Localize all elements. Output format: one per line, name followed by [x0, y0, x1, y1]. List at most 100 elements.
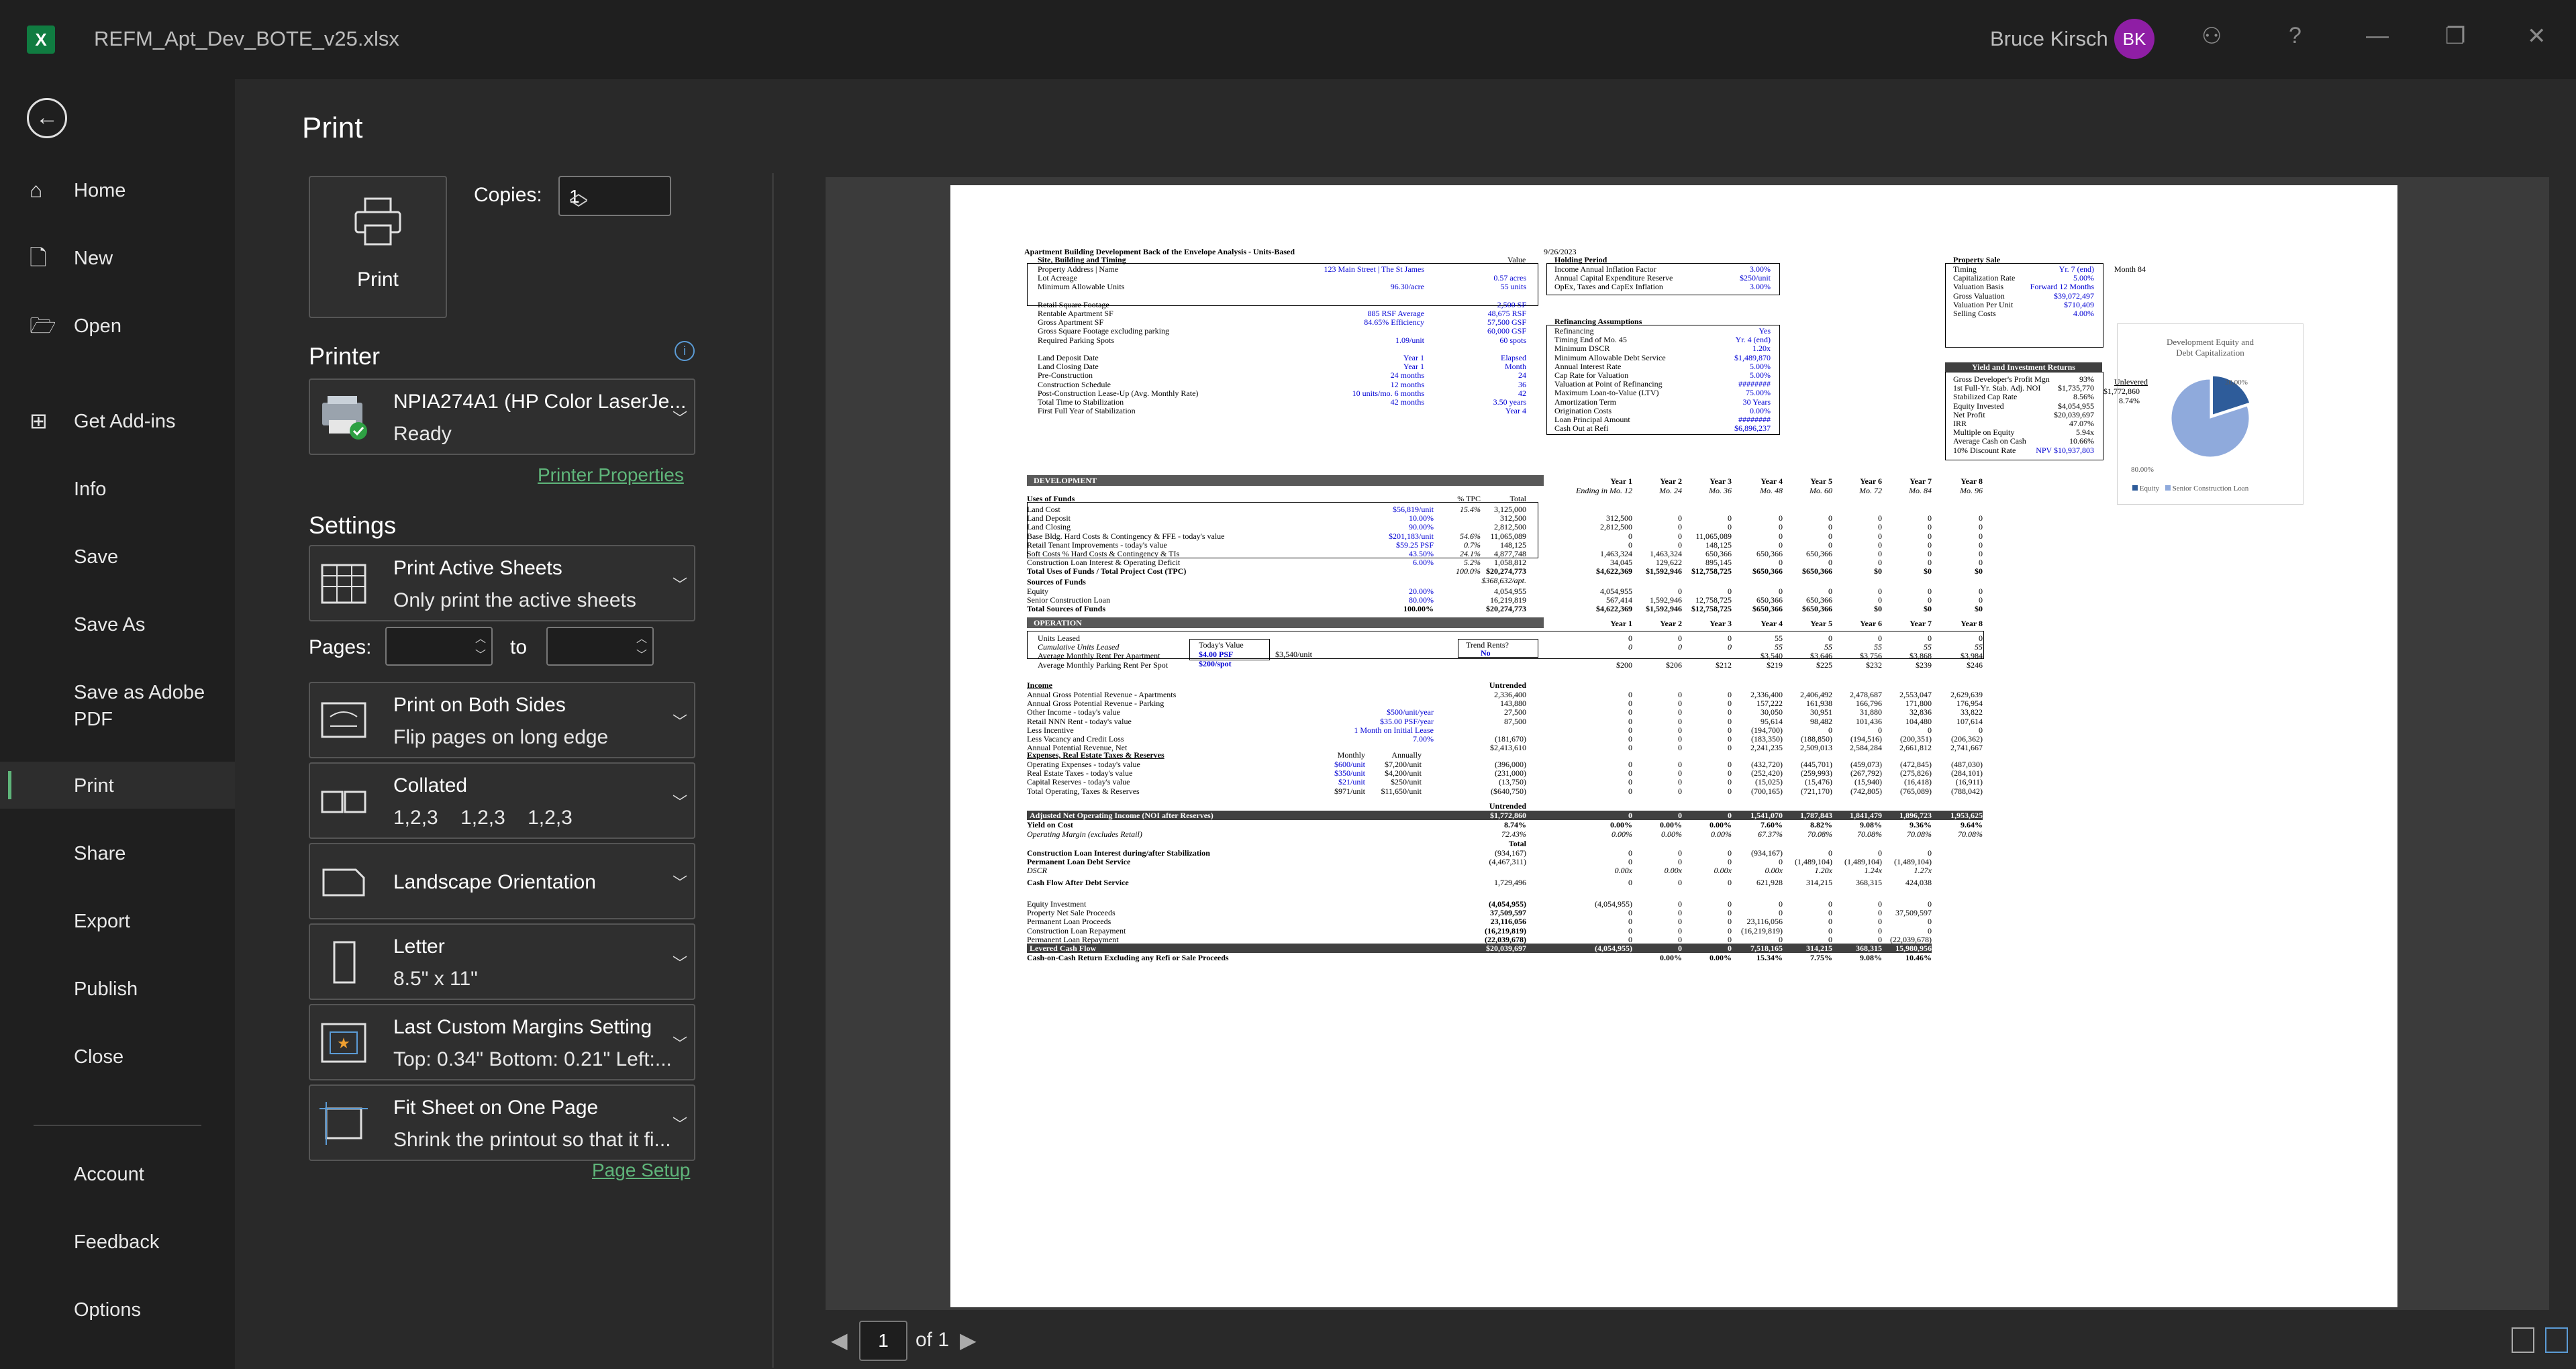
- nav-item-export[interactable]: Export: [0, 897, 235, 944]
- open-folder-icon: 🗁: [30, 313, 56, 338]
- sources-row-label: Equity: [1027, 587, 1048, 596]
- nav-item-save[interactable]: Save: [0, 533, 235, 580]
- chevron-down-icon[interactable]: ﹀: [569, 195, 664, 221]
- site-row-label: Land Closing Date: [1038, 362, 1099, 372]
- nav-item-account[interactable]: Account: [0, 1150, 235, 1197]
- chevron-down-icon: ﹀: [672, 410, 687, 427]
- trend-rents-value: No: [1481, 648, 1491, 658]
- nav-item-feedback[interactable]: Feedback: [0, 1218, 235, 1265]
- printer-status: Ready: [393, 423, 452, 445]
- help-icon[interactable]: ?: [2289, 23, 2301, 49]
- next-page-button[interactable]: ▶: [960, 1327, 977, 1353]
- info-icon[interactable]: i: [675, 341, 695, 361]
- setting-subtitle: 8.5" x 11": [393, 968, 478, 990]
- print-preview[interactable]: Apartment Building Development Back of t…: [826, 177, 2549, 1310]
- minimize-button[interactable]: —: [2366, 23, 2389, 49]
- back-button[interactable]: ←: [27, 98, 67, 138]
- expense-year-value: (487,030): [1951, 760, 1983, 769]
- print-what-dropdown[interactable]: Print Active Sheets Only print the activ…: [309, 545, 695, 621]
- orientation-dropdown[interactable]: Landscape Orientation ﹀: [309, 843, 695, 919]
- collation-dropdown[interactable]: Collated 1,2,3 1,2,3 1,2,3 ﹀: [309, 762, 695, 839]
- nav-item-new[interactable]: 🗋 New: [0, 234, 235, 281]
- margins-icon: ★: [321, 1023, 366, 1063]
- levered-cf-year: 15,980,956: [1895, 944, 1932, 953]
- setting-title: Print on Both Sides: [393, 694, 566, 716]
- yield-row-value: NPV $10,937,803: [2036, 445, 2094, 455]
- preview-page: Apartment Building Development Back of t…: [950, 185, 2397, 1307]
- year-header: Year 8: [1961, 476, 1983, 486]
- chevron-down-icon: ﹀: [672, 955, 687, 972]
- collated-icon: [321, 791, 366, 813]
- lease-year-value: $3,984: [1961, 651, 1983, 661]
- nav-item-open[interactable]: 🗁 Open: [0, 302, 235, 349]
- site-row-value: 42: [1518, 388, 1526, 398]
- cashflow-year-value: 0: [1928, 917, 1932, 927]
- pages-from-input[interactable]: ︿ ﹀: [385, 627, 493, 666]
- site-row-label: Construction Schedule: [1038, 379, 1111, 389]
- site-row-label: Property Address | Name: [1038, 264, 1119, 274]
- page-setup-link[interactable]: Page Setup: [592, 1160, 690, 1181]
- copies-input[interactable]: 1 ︿ ﹀: [558, 176, 671, 219]
- avatar[interactable]: BK: [2114, 19, 2154, 59]
- home-icon: ⌂: [30, 178, 43, 202]
- expense-row-label: Operating Expenses - today's value: [1027, 760, 1140, 769]
- nav-item-home[interactable]: ⌂ Home: [0, 166, 235, 213]
- nav-item-save-as-adobe-pdf[interactable]: Save as Adobe PDF: [0, 668, 235, 736]
- printer-dropdown[interactable]: NPIA274A1 (HP Color LaserJe... Ready ﹀: [309, 378, 695, 455]
- nav-item-label: Get Add-ins: [74, 411, 176, 432]
- chevron-down-icon[interactable]: ﹀: [475, 646, 486, 662]
- untrended-heading: Untrended: [1489, 680, 1526, 690]
- income-year-value: 2,629,639: [1950, 690, 1983, 699]
- site-row-label: Post-Construction Lease-Up (Avg. Monthly…: [1038, 388, 1199, 398]
- chevron-down-icon: ﹀: [672, 1035, 687, 1052]
- nav-item-info[interactable]: Info: [0, 465, 235, 512]
- levered-cf-label: Levered Cash Flow: [1030, 944, 1097, 953]
- restore-button[interactable]: ❐: [2445, 23, 2465, 50]
- printer-properties-link[interactable]: Printer Properties: [538, 464, 684, 486]
- site-row-value: 3.50 years: [1493, 397, 1526, 407]
- paper-size-dropdown[interactable]: Letter 8.5" x 11" ﹀: [309, 923, 695, 1000]
- chevron-down-icon: ﹀: [672, 874, 687, 891]
- nav-item-options[interactable]: Options: [0, 1286, 235, 1333]
- chevron-up-icon[interactable]: ︿: [475, 629, 486, 646]
- sale-row-value: $39,072,497: [2054, 291, 2094, 301]
- nav-item-label: Feedback: [74, 1231, 160, 1253]
- zoom-to-page-button[interactable]: [2545, 1327, 2568, 1353]
- cashflow-row-label: Equity Investment: [1027, 899, 1087, 909]
- yield-row-value: 5.94x: [2076, 427, 2094, 438]
- site-row-label: First Full Year of Stabilization: [1038, 406, 1136, 416]
- margins-dropdown[interactable]: ★ Last Custom Margins Setting Top: 0.34"…: [309, 1004, 695, 1080]
- year-header: Year 8: [1961, 619, 1983, 628]
- close-window-button[interactable]: ✕: [2527, 23, 2546, 50]
- site-row-value: 55 units: [1500, 282, 1526, 292]
- add-ins-icon: ⊞: [30, 409, 48, 433]
- show-margins-button[interactable]: [2512, 1327, 2534, 1353]
- nav-item-publish[interactable]: Publish: [0, 965, 235, 1012]
- debt-row-label: DSCR: [1027, 866, 1047, 876]
- scaling-dropdown[interactable]: Fit Sheet on One Page Shrink the printou…: [309, 1084, 695, 1161]
- user-name[interactable]: Bruce Kirsch: [1990, 27, 2108, 51]
- nav-item-share[interactable]: Share: [0, 829, 235, 876]
- pages-to-input[interactable]: ︿ ﹀: [546, 627, 654, 666]
- chevron-down-icon[interactable]: ﹀: [636, 646, 647, 662]
- current-page-input[interactable]: 1: [859, 1321, 907, 1361]
- legend-label-loan: Senior Construction Loan: [2172, 485, 2249, 493]
- rent-psf: $4.00 PSF: [1199, 650, 1234, 659]
- backstage-nav: ← ⌂ Home 🗋 New 🗁 Open ⊞ Get Add-ins Info…: [0, 79, 235, 1369]
- site-row-value: 2,500 SF: [1497, 299, 1526, 309]
- nav-item-get-add-ins[interactable]: ⊞ Get Add-ins: [0, 397, 235, 444]
- print-button[interactable]: Print: [309, 176, 447, 318]
- refi-row-label: Cap Rate for Valuation: [1554, 370, 1629, 380]
- nav-item-close[interactable]: Close: [0, 1033, 235, 1080]
- chevron-up-icon[interactable]: ︿: [636, 629, 647, 646]
- print-pane: Print Print Copies: 1 ︿ ﹀ Printer i NPIA…: [235, 79, 2576, 1369]
- coauthor-icon[interactable]: ⚇: [2201, 23, 2222, 50]
- refi-row-value: 1.20x: [1752, 344, 1771, 354]
- nav-item-save-as[interactable]: Save As: [0, 601, 235, 648]
- nav-item-print[interactable]: Print: [0, 762, 235, 809]
- lease-row-label: Average Monthly Parking Rent Per Spot: [1038, 660, 1169, 670]
- site-row-label: Retail Square Footage: [1038, 299, 1109, 309]
- yield-row-value: 10.66%: [2069, 436, 2094, 446]
- duplex-dropdown[interactable]: Print on Both Sides Flip pages on long e…: [309, 682, 695, 758]
- prev-page-button[interactable]: ◀: [831, 1327, 848, 1353]
